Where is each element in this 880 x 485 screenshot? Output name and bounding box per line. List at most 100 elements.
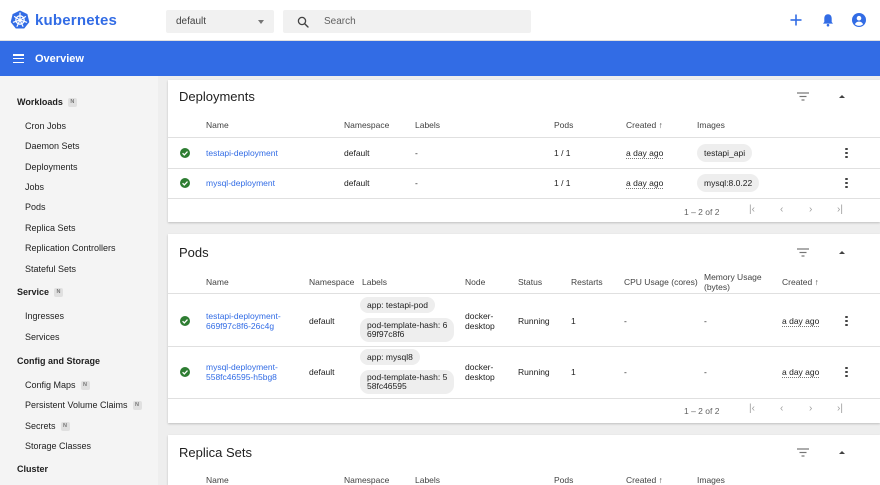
more-actions-icon[interactable] xyxy=(845,316,848,326)
sidebar-item-storage-classes[interactable]: Storage Classes xyxy=(25,441,91,451)
column-header-name[interactable]: Name xyxy=(206,475,229,485)
sidebar-item-persistent-volume-claims[interactable]: Persistent Volume Claims N xyxy=(25,400,142,410)
menu-icon[interactable] xyxy=(13,54,24,63)
sidebar-section-config-and-storage[interactable]: Config and Storage xyxy=(17,356,100,366)
card-title: Pods xyxy=(179,245,209,260)
namespaced-badge: N xyxy=(80,380,90,390)
status-ok-icon xyxy=(180,316,190,326)
column-header-labels: Labels xyxy=(362,277,388,287)
previous-page-icon[interactable]: ‹ xyxy=(780,204,783,215)
first-page-icon[interactable]: |‹ xyxy=(749,403,755,414)
filter-icon[interactable] xyxy=(797,248,809,257)
pod-memory: - xyxy=(704,367,707,377)
caret-down-icon xyxy=(258,19,264,24)
sidebar-item-deployments[interactable]: Deployments xyxy=(25,162,78,172)
previous-page-icon[interactable]: ‹ xyxy=(780,403,783,414)
card-title: Replica Sets xyxy=(179,445,252,460)
filter-icon[interactable] xyxy=(797,92,809,101)
divider xyxy=(168,398,880,399)
kubernetes-wheel-icon xyxy=(10,10,30,29)
namespace-select[interactable]: default xyxy=(166,10,274,33)
account-icon[interactable] xyxy=(851,12,867,28)
sidebar-item-daemon-sets[interactable]: Daemon Sets xyxy=(25,141,80,151)
kubernetes-logo[interactable]: kubernetes xyxy=(10,10,117,30)
column-header-name[interactable]: Name xyxy=(206,277,229,287)
sidebar-item-config-maps[interactable]: Config Maps N xyxy=(25,380,90,390)
column-header-status[interactable]: Status xyxy=(518,277,542,287)
collapse-icon[interactable] xyxy=(839,251,845,254)
column-header-created[interactable]: Created ↑ xyxy=(782,277,819,287)
column-header-restarts: Restarts xyxy=(571,277,603,287)
pod-node-suffix: desktop xyxy=(465,321,495,331)
divider xyxy=(168,168,880,169)
plus-icon[interactable] xyxy=(788,12,804,28)
card-title: Deployments xyxy=(179,89,255,104)
notifications-bell-icon[interactable] xyxy=(820,12,836,28)
deployment-name-link[interactable]: mysql-deployment xyxy=(206,178,275,188)
filter-icon[interactable] xyxy=(797,448,809,457)
pod-status: Running xyxy=(518,316,550,326)
collapse-icon[interactable] xyxy=(839,95,845,98)
sidebar-item-replication-controllers[interactable]: Replication Controllers xyxy=(25,243,116,253)
deployment-pods: 1 / 1 xyxy=(554,148,571,158)
sidebar-section-service[interactable]: Service N xyxy=(17,287,64,297)
pod-memory: - xyxy=(704,316,707,326)
column-header-memory-unit: (bytes) xyxy=(704,282,730,292)
more-actions-icon[interactable] xyxy=(845,148,848,158)
search-icon xyxy=(297,16,309,28)
sidebar-item-services[interactable]: Services xyxy=(25,332,60,342)
pod-name-link[interactable]: testapi-deployment- xyxy=(206,311,281,321)
column-header-node[interactable]: Node xyxy=(465,277,485,287)
column-header-namespace[interactable]: Namespace xyxy=(344,120,389,130)
pod-name-link-suffix[interactable]: 669f97c8f6-26c4g xyxy=(206,321,274,331)
sidebar-section-workloads[interactable]: Workloads N xyxy=(17,97,77,107)
deployment-labels: - xyxy=(415,178,418,188)
divider xyxy=(168,346,880,347)
column-header-memory: Memory Usage xyxy=(704,272,762,282)
column-header-pods: Pods xyxy=(554,120,574,130)
divider xyxy=(168,293,880,294)
sidebar-item-pods[interactable]: Pods xyxy=(25,202,46,212)
divider xyxy=(168,137,880,138)
more-actions-icon[interactable] xyxy=(845,178,848,188)
pod-restarts: 1 xyxy=(571,316,576,326)
sidebar-item-jobs[interactable]: Jobs xyxy=(25,182,44,192)
status-ok-icon xyxy=(180,148,190,158)
pod-cpu: - xyxy=(624,367,627,377)
pagination-range: 1 – 2 of 2 xyxy=(684,207,720,217)
column-header-created[interactable]: Created ↑ xyxy=(626,120,663,130)
sidebar-section-label: Cluster xyxy=(17,464,49,474)
sidebar-item-stateful-sets[interactable]: Stateful Sets xyxy=(25,264,76,274)
next-page-icon[interactable]: › xyxy=(809,204,812,215)
sidebar-item-cron-jobs[interactable]: Cron Jobs xyxy=(25,121,66,131)
sidebar-section-cluster[interactable]: Cluster xyxy=(17,464,48,474)
pod-restarts: 1 xyxy=(571,367,576,377)
sidebar-item-replica-sets[interactable]: Replica Sets xyxy=(25,223,76,233)
search-input[interactable] xyxy=(324,16,514,27)
first-page-icon[interactable]: |‹ xyxy=(749,204,755,215)
sidebar-item-label: Persistent Volume Claims xyxy=(25,400,128,410)
column-header-labels: Labels xyxy=(415,120,441,130)
sidebar-item-ingresses[interactable]: Ingresses xyxy=(25,311,64,321)
search-bar[interactable] xyxy=(283,10,531,33)
sidebar-item-secrets[interactable]: Secrets N xyxy=(25,421,70,431)
column-header-created[interactable]: Created ↑ xyxy=(626,475,663,485)
deployment-name-link[interactable]: testapi-deployment xyxy=(206,148,278,158)
column-header-namespace[interactable]: Namespace xyxy=(309,277,354,287)
collapse-icon[interactable] xyxy=(839,451,845,454)
next-page-icon[interactable]: › xyxy=(809,403,812,414)
namespace-value: default xyxy=(176,16,207,27)
pod-name-link-suffix[interactable]: 558fc46595-h5bg8 xyxy=(206,372,277,382)
column-header-labels: Labels xyxy=(415,475,441,485)
pod-created: a day ago xyxy=(782,367,820,377)
last-page-icon[interactable]: ›| xyxy=(837,204,843,215)
column-header-pods: Pods xyxy=(554,475,574,485)
label-chip: pod-template-hash: 6 69f97c8f6 xyxy=(360,318,455,342)
divider xyxy=(168,198,880,199)
pod-name-link[interactable]: mysql-deployment- xyxy=(206,362,278,372)
column-header-name[interactable]: Name xyxy=(206,120,229,130)
deployment-created: a day ago xyxy=(626,148,664,158)
column-header-namespace[interactable]: Namespace xyxy=(344,475,389,485)
last-page-icon[interactable]: ›| xyxy=(837,403,843,414)
more-actions-icon[interactable] xyxy=(845,367,848,377)
